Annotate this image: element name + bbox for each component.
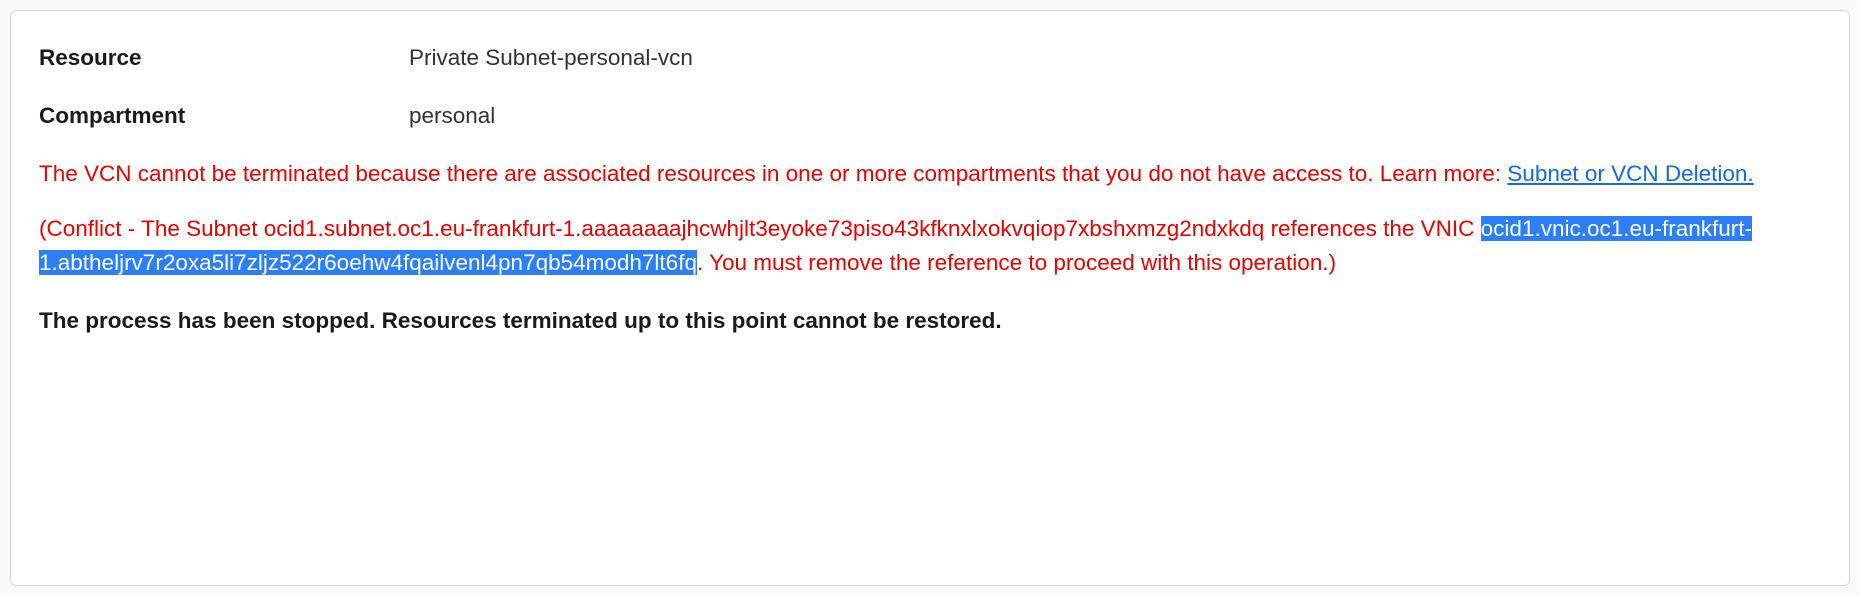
resource-row: Resource Private Subnet-personal-vcn (39, 41, 1821, 75)
compartment-row: Compartment personal (39, 99, 1821, 133)
process-stopped-message: The process has been stopped. Resources … (39, 304, 1821, 338)
error-panel: Resource Private Subnet-personal-vcn Com… (10, 10, 1850, 586)
conflict-text-suffix: . You must remove the reference to proce… (697, 250, 1336, 275)
error-text: The VCN cannot be terminated because the… (39, 161, 1507, 186)
error-message: The VCN cannot be terminated because the… (39, 157, 1821, 191)
compartment-label: Compartment (39, 99, 409, 133)
resource-label: Resource (39, 41, 409, 75)
learn-more-link[interactable]: Subnet or VCN Deletion. (1507, 161, 1753, 186)
conflict-text-prefix: (Conflict - The Subnet ocid1.subnet.oc1.… (39, 216, 1481, 241)
compartment-value: personal (409, 99, 495, 133)
conflict-message: (Conflict - The Subnet ocid1.subnet.oc1.… (39, 212, 1821, 280)
resource-value: Private Subnet-personal-vcn (409, 41, 693, 75)
